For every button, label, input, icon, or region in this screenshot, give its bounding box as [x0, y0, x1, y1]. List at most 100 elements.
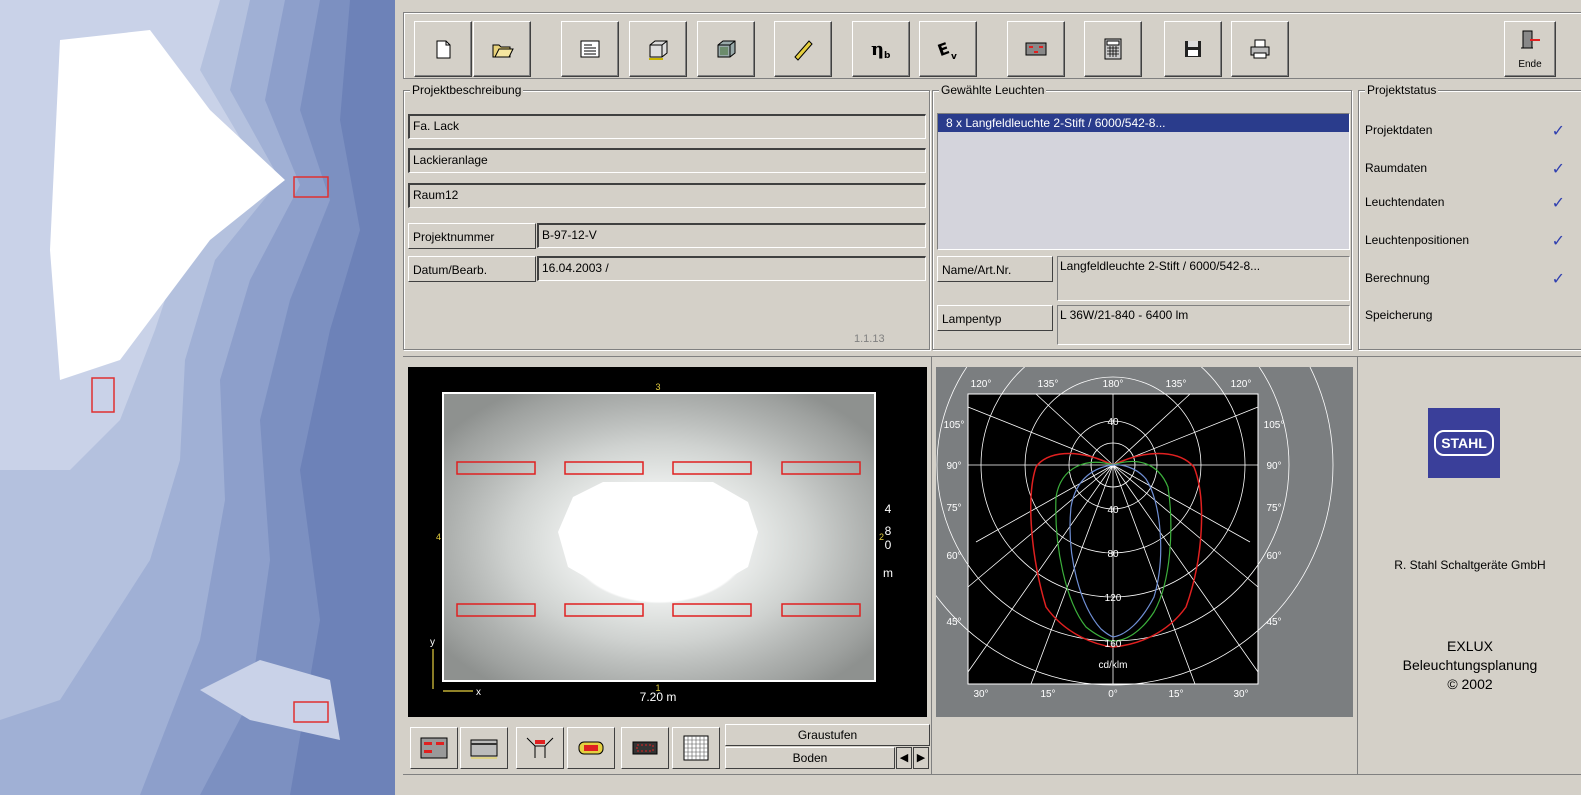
status-berechnung: Berechnung ✓ — [1365, 271, 1565, 288]
view-grid-button[interactable] — [672, 727, 720, 769]
luminaire-data-button[interactable] — [774, 21, 832, 77]
previous-surface-button[interactable]: ◀ — [896, 747, 912, 769]
status-leuchtenpositionen: Leuchtenpositionen ✓ — [1365, 233, 1565, 250]
print-button[interactable] — [1231, 21, 1289, 77]
svg-text:120°: 120° — [1231, 379, 1252, 390]
axis-x-label: x — [476, 687, 481, 698]
svg-text:135°: 135° — [1038, 379, 1059, 390]
calculation-button[interactable] — [1084, 21, 1142, 77]
wall-view-icon — [470, 739, 498, 759]
isolux-background-image — [0, 0, 395, 795]
svg-text:v: v — [951, 52, 957, 62]
new-document-button[interactable] — [414, 21, 472, 77]
wall-marker-right: 2 — [879, 532, 884, 542]
svg-text:120: 120 — [1105, 593, 1122, 604]
svg-text:80: 80 — [1107, 549, 1119, 560]
exit-button[interactable]: Ende — [1504, 21, 1556, 77]
status-projektdaten: Projektdaten ✓ — [1365, 123, 1565, 140]
svg-text:120°: 120° — [971, 379, 992, 390]
svg-text:180°: 180° — [1103, 379, 1124, 390]
next-surface-button[interactable]: ▶ — [913, 747, 929, 769]
wall-marker-left: 4 — [436, 532, 441, 542]
graustufen-button[interactable]: Graustufen — [725, 724, 930, 746]
divider — [931, 357, 932, 774]
room-box-icon — [649, 40, 668, 60]
svg-text:15°: 15° — [1040, 689, 1055, 700]
status-speicherung: Speicherung — [1365, 308, 1433, 322]
view-wall-button[interactable] — [460, 727, 508, 769]
svg-text:60°: 60° — [946, 551, 961, 562]
company-name: R. Stahl Schaltgeräte GmbH — [1394, 558, 1546, 572]
svg-text:45°: 45° — [946, 617, 961, 628]
open-folder-icon — [492, 44, 514, 58]
grid-icon — [683, 735, 709, 761]
luminaire-outline-icon — [578, 741, 604, 755]
svg-text:40: 40 — [1107, 505, 1119, 516]
save-button[interactable] — [1164, 21, 1222, 77]
copyright: © 2002 — [1447, 676, 1493, 692]
project-room-field[interactable]: Raum12 — [408, 183, 926, 208]
polar-diagram-chart: 120° 135° 180° 135° 120° 105° 90° 75° 60… — [892, 244, 1334, 700]
svg-text:75°: 75° — [946, 503, 961, 514]
project-number-field[interactable]: B-97-12-V — [537, 223, 926, 248]
room-surfaces-button[interactable] — [697, 21, 755, 77]
exit-door-icon — [1521, 30, 1540, 49]
luminaire-dashed-icon — [632, 741, 658, 755]
wall-marker-top: 3 — [655, 382, 660, 392]
calculator-icon — [1104, 38, 1122, 60]
date-field[interactable]: 16.04.2003 / — [537, 256, 926, 281]
svg-text:45°: 45° — [1266, 617, 1281, 628]
view-luminaire-dashed-button[interactable] — [621, 727, 669, 769]
axis-y-label: y — [430, 637, 435, 648]
printer-icon — [1250, 39, 1270, 59]
room-plan-panel[interactable]: 3 2 4 1 7.20 m 4 8 0 m y x — [408, 367, 927, 717]
project-description-title: Projektbeschreibung — [410, 83, 524, 97]
project-description-button[interactable] — [561, 21, 619, 77]
view-luminaire-grid-button[interactable] — [410, 727, 458, 769]
view-luminaire-outline-button[interactable] — [567, 727, 615, 769]
room-height-digit-1: 4 — [885, 502, 892, 516]
room-plan-chart: 3 2 4 1 7.20 m 4 8 0 m y x — [430, 382, 893, 704]
status-leuchtendaten: Leuchtendaten ✓ — [1365, 195, 1565, 212]
luminaire-list[interactable]: 8 x Langfeldleuchte 2-Stift / 6000/542-8… — [937, 113, 1350, 250]
check-icon: ✓ — [1551, 271, 1565, 288]
luminaire-list-item[interactable]: 8 x Langfeldleuchte 2-Stift / 6000/542-8… — [938, 114, 1349, 132]
svg-text:135°: 135° — [1166, 379, 1187, 390]
text-lines-icon — [580, 40, 600, 58]
svg-text:90°: 90° — [946, 461, 961, 472]
surface-selector[interactable]: Boden — [725, 747, 895, 769]
lamp-type-label: Lampentyp — [937, 305, 1053, 331]
check-icon: ✓ — [1551, 161, 1565, 178]
svg-text:60°: 60° — [1266, 551, 1281, 562]
date-label: Datum/Bearb. — [408, 256, 536, 282]
project-number-label: Projektnummer — [408, 223, 536, 249]
check-icon: ✓ — [1551, 123, 1565, 140]
room-data-button[interactable] — [629, 21, 687, 77]
svg-text:90°: 90° — [1266, 461, 1281, 472]
room-width-label: 7.20 m — [640, 690, 677, 704]
room-height-digit-2: 8 — [885, 524, 892, 538]
project-client-field[interactable]: Fa. Lack — [408, 114, 926, 139]
svg-text:η: η — [871, 39, 884, 60]
lamp-type-field[interactable]: L 36W/21-840 - 6400 lm — [1057, 305, 1350, 345]
product-subtitle: Beleuchtungsplanung — [1402, 657, 1538, 673]
vertical-illuminance-button[interactable]: Ev — [919, 21, 977, 77]
illuminance-button[interactable]: ηb — [852, 21, 910, 77]
project-name-field[interactable]: Lackieranlage — [408, 148, 926, 173]
open-folder-button[interactable] — [473, 21, 531, 77]
svg-text:160: 160 — [1105, 639, 1122, 650]
room-height-digit-3: 0 — [885, 538, 892, 552]
luminaire-positions-button[interactable] — [1007, 21, 1065, 77]
project-status-title: Projektstatus — [1365, 83, 1439, 97]
luminaire-grid-icon — [420, 737, 448, 759]
exlux-window: ηb Ev Ende Projektbeschreibung Fa. Lack … — [395, 0, 1581, 795]
svg-text:E: E — [935, 39, 952, 61]
name-art-field[interactable]: Langfeldleuchte 2-Stift / 6000/542-8... — [1057, 256, 1350, 301]
room-textured-icon — [717, 40, 736, 58]
project-status-group: Projektstatus Projektdaten ✓ Raumdaten ✓ L… — [1358, 83, 1581, 350]
toolbar: ηb Ev Ende — [403, 12, 1581, 79]
svg-text:b: b — [884, 51, 891, 61]
view-perspective-button[interactable] — [516, 727, 564, 769]
polar-diagram-panel[interactable]: 120° 135° 180° 135° 120° 105° 90° 75° 60… — [892, 244, 1353, 717]
version-label: 1.1.13 — [854, 333, 885, 345]
